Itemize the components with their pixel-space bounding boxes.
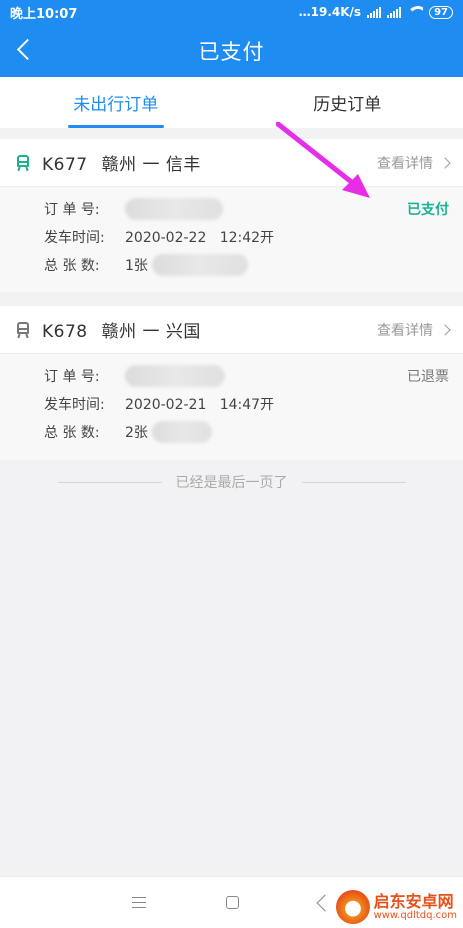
nav-bar: 已支付: [0, 24, 463, 77]
order-number-row: 订 单 号:: [44, 195, 449, 223]
end-of-list-text: 已经是最后一页了: [175, 475, 288, 491]
order-card: K678 赣州 一 兴国 查看详情 订 单 号: 发车时间: 2020-02-21…: [0, 306, 463, 460]
order-card-header[interactable]: K677 赣州 一 信丰 查看详情: [0, 139, 463, 187]
order-card: K677 赣州 一 信丰 查看详情 订 单 号: 发车时间: 2020-02-22…: [0, 139, 463, 292]
train-route: K677 赣州 一 信丰: [42, 150, 377, 175]
order-info: 订 单 号: 发车时间: 2020-02-21 14:47开 总 张 数: 2张…: [0, 354, 463, 460]
watermark-logo-icon: [335, 890, 370, 924]
watermark-url: www.qdltdq.com: [373, 910, 457, 922]
signal-icon: [367, 6, 382, 18]
ticket-redacted: [151, 421, 212, 443]
train-icon: [16, 321, 30, 338]
divider: [301, 481, 406, 483]
ticket-count-label: 总 张 数:: [44, 425, 100, 441]
departure-time: 2020-02-22 12:42开: [125, 230, 275, 246]
tab-upcoming-orders[interactable]: 未出行订单: [0, 77, 232, 128]
train-icon: [16, 154, 30, 171]
system-back-icon[interactable]: [316, 894, 334, 911]
order-number-redacted: [125, 198, 223, 220]
order-tabs: 未出行订单 历史订单: [0, 77, 463, 128]
status-badge: 已退票: [407, 369, 449, 385]
end-of-list: 已经是最后一页了: [0, 472, 463, 492]
signal-icon-2: [387, 6, 402, 18]
train-number: K677: [42, 155, 88, 175]
ticket-count: 1张: [125, 258, 148, 274]
departure-time: 2020-02-21 14:47开: [125, 397, 275, 413]
battery-icon: 97: [429, 5, 453, 19]
page-title: 已支付: [198, 39, 265, 64]
route-stations: 赣州 一 兴国: [101, 322, 201, 342]
departure-row: 发车时间: 2020-02-22 12:42开: [44, 223, 449, 251]
home-icon[interactable]: [226, 896, 239, 909]
chevron-right-icon: [439, 323, 451, 336]
order-card-header[interactable]: K678 赣州 一 兴国 查看详情: [0, 306, 463, 354]
train-number: K678: [42, 322, 88, 342]
wifi-icon: [407, 6, 423, 18]
order-info: 订 单 号: 发车时间: 2020-02-22 12:42开 总 张 数: 1张…: [0, 187, 463, 292]
ticket-count-row: 总 张 数: 1张: [44, 251, 449, 279]
status-badge: 已支付: [407, 202, 449, 218]
status-icons: …19.4K/s 97: [299, 5, 453, 19]
view-details-link[interactable]: 查看详情: [377, 320, 451, 340]
chevron-right-icon: [439, 156, 451, 169]
departure-label: 发车时间:: [44, 397, 105, 413]
watermark-title: 启东安卓网: [373, 891, 454, 911]
order-number-redacted: [125, 365, 225, 387]
train-route: K678 赣州 一 兴国: [42, 317, 377, 342]
departure-label: 发车时间:: [44, 230, 105, 246]
back-arrow-icon[interactable]: [14, 37, 38, 63]
status-time: 晚上10:07: [10, 6, 78, 22]
net-speed: …19.4K/s: [298, 5, 362, 19]
view-details-link[interactable]: 查看详情: [377, 153, 451, 173]
watermark: 启东安卓网 www.qdltdq.com: [335, 890, 457, 924]
ticket-count-row: 总 张 数: 2张: [44, 418, 449, 446]
status-bar: 晚上10:07 …19.4K/s 97: [0, 0, 463, 24]
ticket-count: 2张: [125, 425, 148, 441]
ticket-count-label: 总 张 数:: [44, 258, 100, 274]
divider: [57, 481, 162, 483]
order-number-label: 订 单 号:: [44, 202, 100, 218]
ticket-redacted: [151, 254, 248, 276]
order-number-label: 订 单 号:: [44, 369, 100, 385]
tab-history-orders[interactable]: 历史订单: [232, 77, 463, 128]
departure-row: 发车时间: 2020-02-21 14:47开: [44, 390, 449, 418]
order-number-row: 订 单 号:: [44, 362, 449, 390]
route-stations: 赣州 一 信丰: [101, 155, 201, 175]
menu-icon[interactable]: [132, 897, 146, 908]
